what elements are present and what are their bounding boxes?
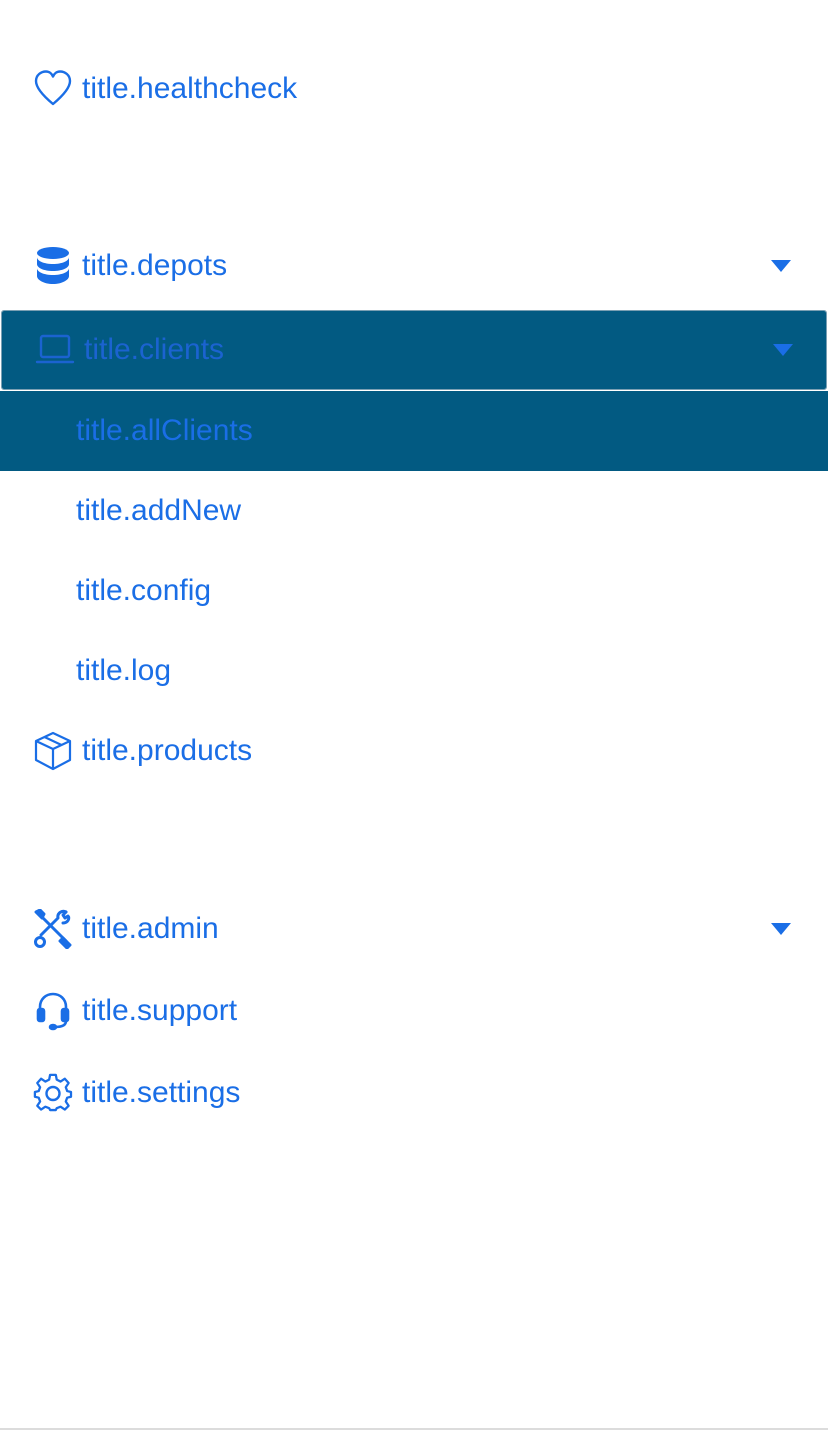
nav-label-admin: title.admin xyxy=(82,912,219,945)
nav-label-all-clients: title.allClients xyxy=(76,414,253,447)
gear-icon xyxy=(33,1073,73,1113)
nav-item-admin[interactable]: title.admin xyxy=(0,889,828,969)
nav-subitem-config[interactable]: title.config xyxy=(0,551,828,631)
nav-label-products: title.products xyxy=(82,734,253,767)
chevron-down-icon[interactable] xyxy=(770,922,792,936)
nav-label-add-new: title.addNew xyxy=(76,494,242,527)
sidebar-nav: title.healthcheck title.depots title.cli… xyxy=(0,0,828,1430)
nav-item-depots[interactable]: title.depots xyxy=(0,226,828,306)
nav-item-support[interactable]: title.support xyxy=(0,971,828,1051)
box-icon xyxy=(33,731,73,771)
nav-subitem-add-new[interactable]: title.addNew xyxy=(0,471,828,551)
nav-label-config: title.config xyxy=(76,574,212,607)
nav-subitem-all-clients[interactable]: title.allClients xyxy=(0,391,828,471)
nav-item-settings[interactable]: title.settings xyxy=(0,1053,828,1133)
nav-label-settings: title.settings xyxy=(82,1076,241,1109)
headset-icon xyxy=(33,991,73,1031)
nav-label-clients: title.clients xyxy=(84,333,225,366)
nav-label-log: title.log xyxy=(76,654,172,687)
heart-icon xyxy=(33,69,73,109)
chevron-down-icon[interactable] xyxy=(770,259,792,273)
nav-label-healthcheck: title.healthcheck xyxy=(82,72,298,105)
chevron-down-icon[interactable] xyxy=(772,343,794,357)
nav-item-healthcheck[interactable]: title.healthcheck xyxy=(0,49,828,129)
nav-item-clients[interactable]: title.clients xyxy=(0,309,828,391)
laptop-icon xyxy=(35,330,75,370)
tools-icon xyxy=(33,909,73,949)
nav-item-products[interactable]: title.products xyxy=(0,711,828,791)
nav-label-depots: title.depots xyxy=(82,249,228,282)
database-icon xyxy=(33,246,73,286)
nav-label-support: title.support xyxy=(82,994,238,1027)
nav-subitem-log[interactable]: title.log xyxy=(0,631,828,711)
